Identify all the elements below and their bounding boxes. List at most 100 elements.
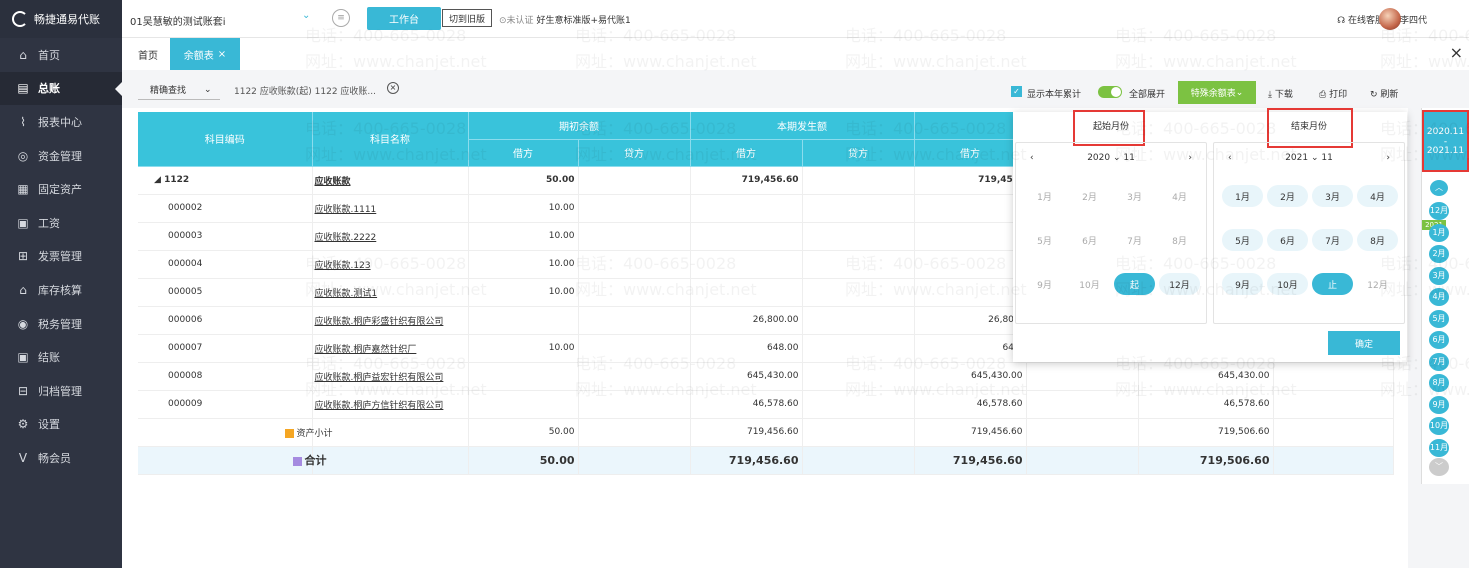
row-name[interactable]: 应收账款 xyxy=(312,166,469,195)
month-option[interactable]: 7月 xyxy=(1312,229,1353,251)
start-year-select[interactable]: 2020 ⌄ 11 xyxy=(1087,153,1135,163)
row-name[interactable]: 应收账款.2222 xyxy=(312,222,469,251)
rail-month[interactable]: 3月 xyxy=(1429,266,1449,285)
month-option[interactable]: 9月 xyxy=(1222,273,1263,295)
row-period-debit xyxy=(690,222,803,251)
end-year-select[interactable]: 2021 ⌄ 11 xyxy=(1285,153,1333,163)
ledger-icon: ▤ xyxy=(17,81,29,96)
rail-month[interactable]: 11月 xyxy=(1429,438,1449,457)
col-name-header[interactable]: 科目名称 xyxy=(312,112,469,167)
prev-year-icon[interactable]: ‹ xyxy=(1030,153,1034,163)
month-option[interactable]: 10月 xyxy=(1267,273,1308,295)
rail-month[interactable]: 12月 xyxy=(1429,202,1449,220)
sidebar-item-label: 资金管理 xyxy=(38,149,82,163)
month-range-picker: 起始月份 结束月份 ‹ 2020 ⌄ 11 › 1月 2月 3月 4月 5月 6月 7月 8月 9月… xyxy=(1013,108,1407,362)
sidebar-item-5[interactable]: ▣ 工资 xyxy=(0,206,122,240)
month-option[interactable]: 4月 xyxy=(1357,185,1398,207)
rail-month[interactable]: 6月 xyxy=(1429,331,1449,349)
confirm-button[interactable]: 确定 xyxy=(1328,331,1400,355)
chevron-up-icon[interactable]: ︿ xyxy=(1430,180,1448,196)
row-open-credit xyxy=(578,166,691,195)
chevron-down-icon[interactable]: ﹀ xyxy=(1429,458,1449,476)
row-open-debit: 10.00 xyxy=(468,334,579,363)
download-button[interactable]: ⤓ 下载 xyxy=(1268,87,1293,100)
chevron-down-icon: ⌄ xyxy=(204,84,212,95)
year-cumulative-checkbox[interactable]: ✓ xyxy=(1011,86,1022,97)
refresh-button[interactable]: ↻ 刷新 xyxy=(1370,87,1398,100)
cert-status[interactable]: ⊙未认证 好生意标准版+易代账1 xyxy=(499,13,631,26)
account-name[interactable]: 01吴慧敏的测试账套i xyxy=(130,13,226,28)
month-option[interactable]: 2月 xyxy=(1267,185,1308,207)
month-option[interactable]: 12月 xyxy=(1159,273,1200,295)
month-option[interactable]: 止 xyxy=(1312,273,1353,295)
row-code: 000004 xyxy=(138,250,313,279)
row-name[interactable]: 应收账款.123 xyxy=(312,250,469,279)
sidebar-item-11[interactable]: ⚙ 设置 xyxy=(0,408,122,442)
account-info-icon[interactable]: ≡ xyxy=(332,9,350,27)
workbench-button[interactable]: 工作台 xyxy=(367,7,441,30)
row-name[interactable]: 应收账款.桐庐嘉然针织厂 xyxy=(312,334,469,363)
sidebar-item-4[interactable]: ▦ 固定资产 xyxy=(0,172,122,206)
month-option[interactable]: 8月 xyxy=(1357,229,1398,251)
month-option[interactable]: 5月 xyxy=(1222,229,1263,251)
rail-month[interactable]: 1月 xyxy=(1429,223,1449,242)
refresh-icon: ↻ xyxy=(1370,90,1381,100)
rail-month[interactable]: 7月 xyxy=(1429,352,1449,371)
row-name[interactable]: 应收账款.测试1 xyxy=(312,278,469,307)
tab-balance[interactable]: 余额表 × xyxy=(170,38,240,70)
rail-month[interactable]: 10月 xyxy=(1429,417,1449,435)
sidebar-item-8[interactable]: ◉ 税务管理 xyxy=(0,307,122,341)
online-service-link[interactable]: ☊ 在线客服 xyxy=(1337,13,1384,26)
table-row[interactable]: 000008 应收账款.桐庐益宏针织有限公司 645,430.00 645,43… xyxy=(138,362,1394,391)
sidebar-item-3[interactable]: ◎ 资金管理 xyxy=(0,139,122,173)
col-debit-header: 借方 xyxy=(468,139,579,167)
next-year-icon[interactable]: › xyxy=(1386,153,1390,163)
sidebar-item-12[interactable]: V 畅会员 xyxy=(0,441,122,475)
close-page-icon[interactable]: × xyxy=(1450,43,1463,62)
print-button[interactable]: ⎙ 打印 xyxy=(1319,87,1347,100)
month-option[interactable]: 起 xyxy=(1114,273,1155,295)
expand-all-toggle[interactable] xyxy=(1098,86,1122,98)
tab-close-icon[interactable]: × xyxy=(218,49,226,60)
username[interactable]: 李四代 xyxy=(1400,13,1427,26)
collapse-icon[interactable]: ◢ xyxy=(154,175,164,185)
sidebar-item-6[interactable]: ⊞ 发票管理 xyxy=(0,240,122,274)
row-open-credit xyxy=(578,362,691,391)
row-name[interactable]: 应收账款.桐庐方信针织有限公司 xyxy=(312,390,469,419)
sidebar-item-7[interactable]: ⌂ 库存核算 xyxy=(0,273,122,307)
sidebar-item-9[interactable]: ▣ 结账 xyxy=(0,340,122,374)
row-period-debit: 719,456.60 xyxy=(690,166,803,195)
clear-icon[interactable]: × xyxy=(387,82,399,94)
tab-home[interactable]: 首页 xyxy=(126,38,170,70)
col-code-header[interactable]: 科目编码 xyxy=(138,112,313,167)
month-option[interactable]: 3月 xyxy=(1312,185,1353,207)
rail-month[interactable]: 9月 xyxy=(1429,395,1449,414)
switch-old-version-button[interactable]: 切到旧版 xyxy=(442,9,492,27)
sidebar-item-0[interactable]: ⌂ 首页 xyxy=(0,38,122,72)
search-mode-select[interactable]: 精确查找 ⌄ xyxy=(138,80,220,100)
sidebar-item-2[interactable]: ⌇ 报表中心 xyxy=(0,105,122,139)
sidebar-item-1[interactable]: ▤ 总账 xyxy=(0,71,122,106)
row-name[interactable]: 应收账款.1111 xyxy=(312,194,469,223)
row-name[interactable]: 应收账款.桐庐益宏针织有限公司 xyxy=(312,362,469,391)
col-opening-header: 期初余额 xyxy=(468,112,691,140)
next-year-icon[interactable]: › xyxy=(1188,153,1192,163)
selected-period-range[interactable]: 2020.11 - 2021.11 xyxy=(1422,110,1469,172)
special-balance-button[interactable]: 特殊余额表 ⌄ xyxy=(1178,81,1256,104)
rail-month[interactable]: 2月 xyxy=(1429,245,1449,263)
search-mode-value: 精确查找 xyxy=(150,86,187,96)
rail-month[interactable]: 8月 xyxy=(1429,374,1449,392)
avatar[interactable] xyxy=(1379,8,1401,30)
rail-month[interactable]: 4月 xyxy=(1429,288,1449,306)
chevron-down-icon[interactable]: ⌄ xyxy=(302,10,310,21)
sidebar-item-10[interactable]: ⊟ 归档管理 xyxy=(0,374,122,408)
month-option[interactable]: 6月 xyxy=(1267,229,1308,251)
total-period-debit: 719,456.60 xyxy=(690,446,803,475)
account-range[interactable]: 1122 应收账款(起) 1122 应收账... xyxy=(234,84,376,97)
sidebar-item-label: 首页 xyxy=(38,48,60,62)
table-row[interactable]: 000009 应收账款.桐庐方信针织有限公司 46,578.60 46,578.… xyxy=(138,390,1394,419)
month-option[interactable]: 1月 xyxy=(1222,185,1263,207)
rail-month[interactable]: 5月 xyxy=(1429,309,1449,328)
row-name[interactable]: 应收账款.桐庐彩盛针织有限公司 xyxy=(312,306,469,335)
prev-year-icon[interactable]: ‹ xyxy=(1228,153,1232,163)
